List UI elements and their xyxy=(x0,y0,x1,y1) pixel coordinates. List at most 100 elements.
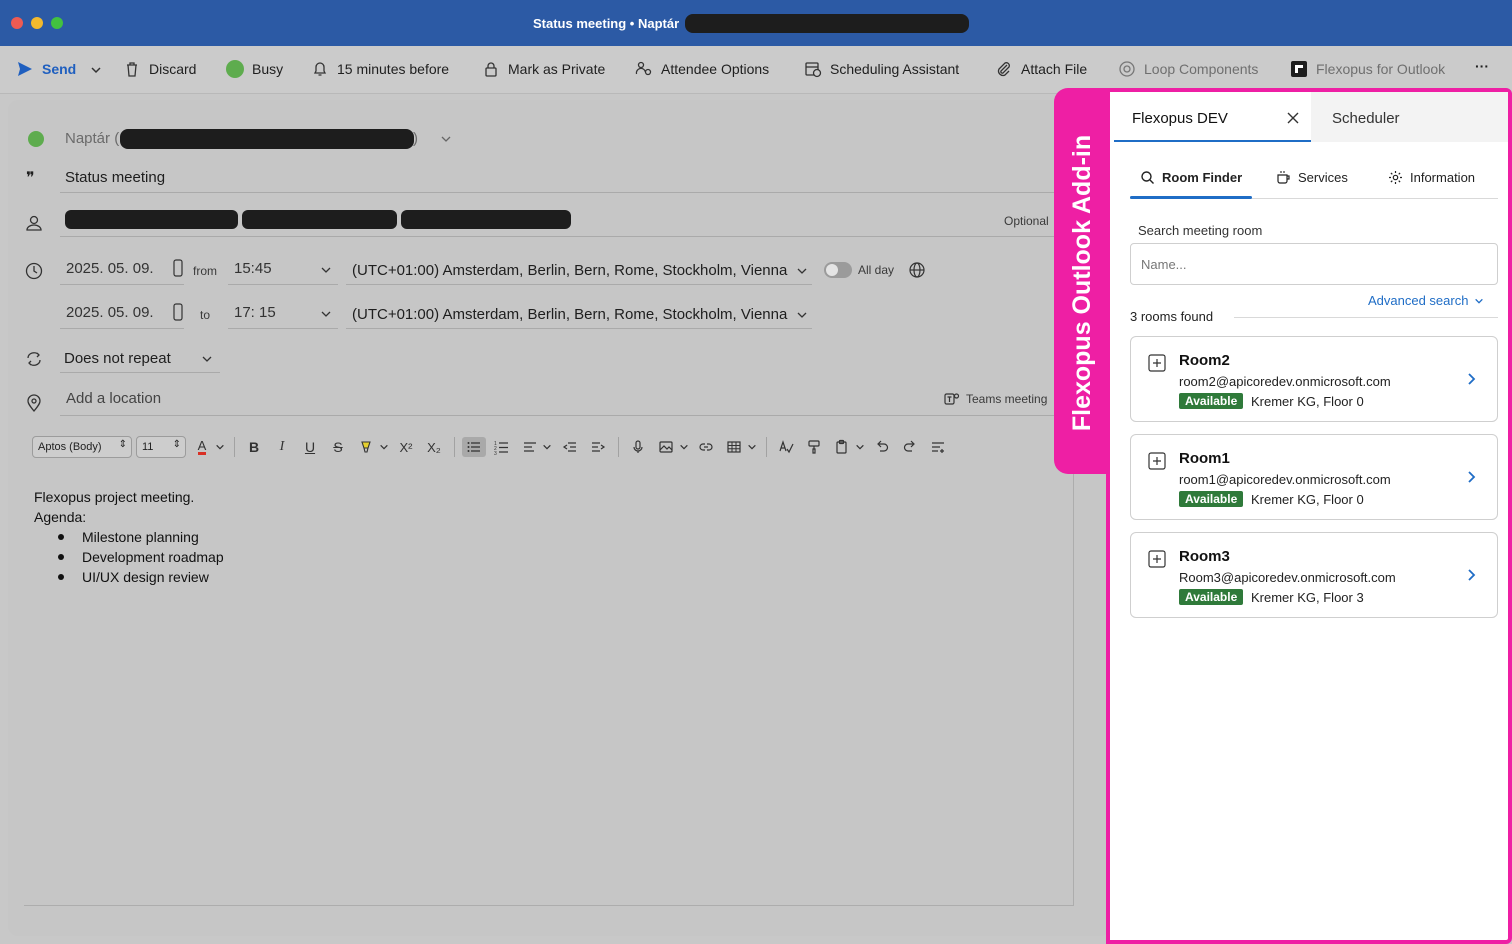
more-options-button[interactable]: ··· xyxy=(1475,58,1489,74)
end-timezone-chevron-down-icon[interactable] xyxy=(796,309,808,321)
add-room-icon[interactable] xyxy=(1148,452,1166,470)
teams-meeting-toggle[interactable]: Teams meeting xyxy=(966,392,1047,406)
loop-components-button[interactable]: Loop Components xyxy=(1118,60,1258,78)
start-timezone-field[interactable]: (UTC+01:00) Amsterdam, Berlin, Bern, Rom… xyxy=(352,262,787,279)
chevron-right-icon[interactable] xyxy=(1464,469,1478,485)
superscript-button[interactable]: X² xyxy=(396,437,416,457)
decrease-indent-button[interactable] xyxy=(560,437,580,457)
chevron-right-icon[interactable] xyxy=(1464,371,1478,387)
attendee-chip[interactable] xyxy=(401,210,571,229)
highlight-button[interactable] xyxy=(356,437,376,457)
start-timezone-chevron-down-icon[interactable] xyxy=(796,265,808,277)
tab-flexopus-dev[interactable]: Flexopus DEV xyxy=(1114,92,1311,142)
location-pin-icon xyxy=(27,394,41,413)
paste-button[interactable] xyxy=(832,437,852,457)
ribbon-toolbar: Send Discard Busy 15 minutes before Mark… xyxy=(0,46,1512,94)
underline-button[interactable]: U xyxy=(300,437,320,457)
date-picker-icon[interactable] xyxy=(172,258,184,278)
send-button[interactable]: Send xyxy=(16,60,76,78)
calendar-chevron-down-icon[interactable] xyxy=(440,133,452,145)
italic-button[interactable]: I xyxy=(272,437,292,457)
room-email: room2@apicoredev.onmicrosoft.com xyxy=(1179,374,1391,389)
picture-chevron-down-icon[interactable] xyxy=(679,442,689,452)
room-card[interactable]: Room3 Room3@apicoredev.onmicrosoft.com A… xyxy=(1130,532,1498,618)
start-time-chevron-down-icon[interactable] xyxy=(320,264,332,276)
strikethrough-button[interactable]: S xyxy=(328,437,348,457)
insert-link-button[interactable] xyxy=(696,437,716,457)
end-timezone-field[interactable]: (UTC+01:00) Amsterdam, Berlin, Bern, Rom… xyxy=(352,306,787,323)
font-color-chevron-down-icon[interactable] xyxy=(215,442,225,452)
numbered-list-icon: 123 xyxy=(494,441,508,455)
close-window-button[interactable] xyxy=(11,17,23,29)
font-size-dropdown[interactable]: 11 ⇕ xyxy=(136,436,186,458)
increase-indent-button[interactable] xyxy=(588,437,608,457)
highlight-chevron-down-icon[interactable] xyxy=(379,442,389,452)
attendee-chip[interactable] xyxy=(65,210,238,229)
divider xyxy=(60,415,1054,416)
flexopus-for-outlook-button[interactable]: Flexopus for Outlook xyxy=(1290,60,1445,78)
room-card[interactable]: Room2 room2@apicoredev.onmicrosoft.com A… xyxy=(1130,336,1498,422)
align-button[interactable] xyxy=(520,437,540,457)
font-color-button[interactable]: A xyxy=(192,437,212,457)
editor-button[interactable] xyxy=(776,437,796,457)
advanced-search-link[interactable]: Advanced search xyxy=(1368,293,1484,308)
table-chevron-down-icon[interactable] xyxy=(747,442,757,452)
busy-status-button[interactable]: Busy xyxy=(226,60,283,78)
room-search-input[interactable]: Name... xyxy=(1130,243,1498,285)
chevron-right-icon[interactable] xyxy=(1464,567,1478,583)
close-icon[interactable] xyxy=(1286,111,1300,125)
insert-table-button[interactable] xyxy=(724,437,744,457)
format-painter-button[interactable] xyxy=(804,437,824,457)
globe-icon[interactable] xyxy=(908,261,926,279)
font-name-dropdown[interactable]: Aptos (Body) ⇕ xyxy=(32,436,132,458)
start-time-field[interactable]: 15:45 xyxy=(234,260,272,277)
subject-field[interactable]: Status meeting xyxy=(65,169,165,186)
recurrence-chevron-down-icon[interactable] xyxy=(201,353,213,365)
send-options-chevron-icon[interactable] xyxy=(90,64,102,76)
redo-icon xyxy=(903,440,915,452)
all-day-toggle[interactable] xyxy=(824,262,852,278)
start-date-field[interactable]: 2025. 05. 09. xyxy=(66,260,154,277)
date-picker-icon[interactable] xyxy=(172,302,184,322)
nav-services[interactable]: Services xyxy=(1276,170,1348,185)
dictate-button[interactable] xyxy=(628,437,648,457)
subscript-button[interactable]: X₂ xyxy=(424,437,444,457)
bullet-dot xyxy=(58,574,64,580)
recurrence-dropdown[interactable]: Does not repeat xyxy=(64,350,171,367)
end-date-field[interactable]: 2025. 05. 09. xyxy=(66,304,154,321)
redo-button[interactable] xyxy=(900,437,920,457)
undo-button[interactable] xyxy=(872,437,892,457)
scheduling-assistant-button[interactable]: Scheduling Assistant xyxy=(804,60,959,78)
add-room-icon[interactable] xyxy=(1148,550,1166,568)
mark-private-button[interactable]: Mark as Private xyxy=(482,60,605,78)
nav-room-finder[interactable]: Room Finder xyxy=(1140,170,1242,185)
attach-file-button[interactable]: Attach File xyxy=(995,60,1087,78)
person-icon xyxy=(26,215,42,231)
insert-picture-button[interactable] xyxy=(656,437,676,457)
room-location: Kremer KG, Floor 0 xyxy=(1251,394,1364,409)
title-bar: Status meeting • Naptár xyxy=(0,0,1512,46)
paste-chevron-down-icon[interactable] xyxy=(855,442,865,452)
numbered-list-button[interactable]: 123 xyxy=(492,437,512,457)
room-card[interactable]: Room1 room1@apicoredev.onmicrosoft.com A… xyxy=(1130,434,1498,520)
bullet-list-button[interactable] xyxy=(462,437,486,457)
location-input[interactable]: Add a location xyxy=(66,390,161,407)
attendee-options-button[interactable]: Attendee Options xyxy=(635,60,769,78)
add-room-icon[interactable] xyxy=(1148,354,1166,372)
subscript-icon: X₂ xyxy=(427,439,441,455)
zoom-window-button[interactable] xyxy=(51,17,63,29)
align-chevron-down-icon[interactable] xyxy=(542,442,552,452)
more-formatting-button[interactable] xyxy=(928,437,948,457)
discard-button[interactable]: Discard xyxy=(123,60,196,78)
font-name-value: Aptos (Body) xyxy=(38,441,102,453)
tab-scheduler[interactable]: Scheduler xyxy=(1332,110,1400,127)
end-time-chevron-down-icon[interactable] xyxy=(320,308,332,320)
minimize-window-button[interactable] xyxy=(31,17,43,29)
end-time-field[interactable]: 17: 15 xyxy=(234,304,276,321)
optional-attendees-link[interactable]: Optional xyxy=(1004,214,1049,228)
attendee-chip[interactable] xyxy=(242,210,397,229)
nav-information[interactable]: Information xyxy=(1388,170,1475,185)
reminder-button[interactable]: 15 minutes before xyxy=(311,60,449,78)
bold-button[interactable]: B xyxy=(244,437,264,457)
tab-label: Flexopus DEV xyxy=(1132,110,1228,127)
